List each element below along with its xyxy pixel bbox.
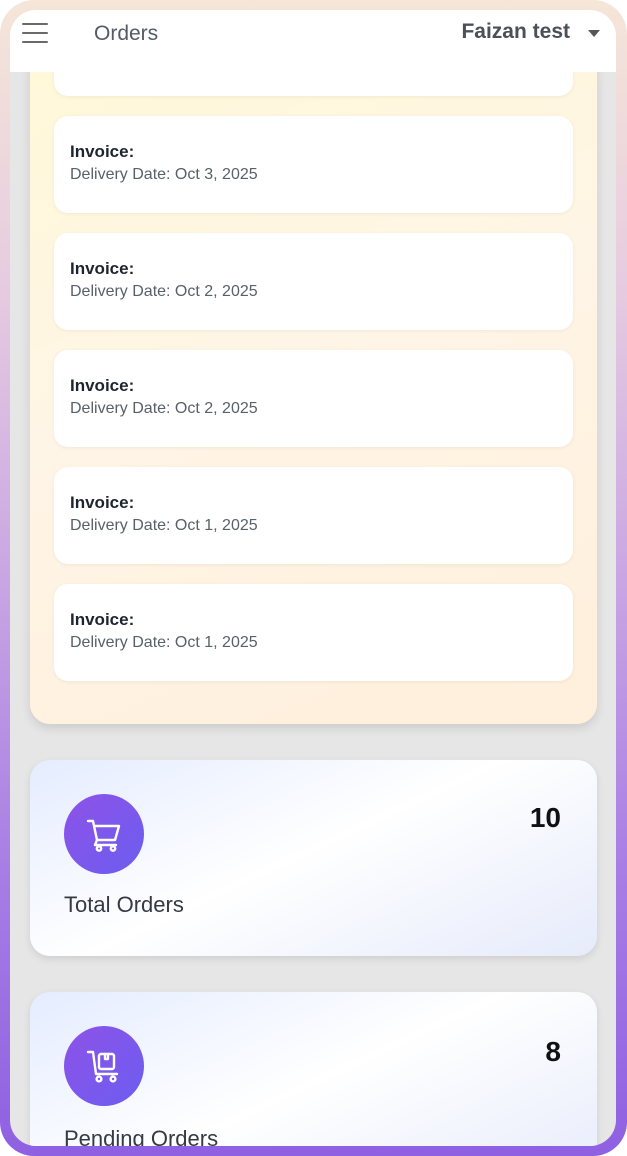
- order-card[interactable]: Invoice: Delivery Date: Oct 1, 2025: [54, 584, 573, 681]
- order-invoice-label: Invoice:: [70, 376, 135, 395]
- order-invoice-label: Invoice:: [70, 142, 135, 161]
- order-delivery-date: Delivery Date: Oct 1, 2025: [70, 634, 258, 651]
- order-invoice-label: Invoice:: [70, 259, 135, 278]
- order-card[interactable]: Invoice: Delivery Date: Oct 3, 2025: [54, 116, 573, 213]
- user-menu[interactable]: Faizan test: [461, 20, 600, 44]
- order-delivery-date: Delivery Date: Oct 2, 2025: [70, 283, 258, 300]
- page-title: Orders: [94, 22, 159, 45]
- hamburger-menu-icon[interactable]: [22, 23, 48, 45]
- pending-orders-card[interactable]: 8 Pending Orders: [30, 992, 597, 1146]
- order-card[interactable]: Invoice: Delivery Date: Oct 2, 2025: [54, 233, 573, 330]
- device-frame: Invoice: Delivery Date: Oct 3, 2025 Invo…: [0, 0, 627, 1156]
- order-card[interactable]: Invoice: Delivery Date: Oct 1, 2025: [54, 467, 573, 564]
- total-orders-count: 10: [529, 802, 561, 833]
- pending-orders-label: Pending Orders: [64, 1126, 219, 1146]
- pending-orders-count: 8: [545, 1036, 561, 1067]
- chevron-down-icon: [588, 30, 600, 37]
- order-delivery-date: Delivery Date: Oct 2, 2025: [70, 400, 258, 417]
- total-orders-card[interactable]: 10 Total Orders: [30, 760, 597, 956]
- total-orders-label: Total Orders: [64, 892, 184, 917]
- order-delivery-date: Delivery Date: Oct 3, 2025: [70, 166, 258, 183]
- top-app-bar: Orders Faizan test: [10, 10, 616, 72]
- cart-icon: [64, 794, 144, 874]
- order-invoice-label: Invoice:: [70, 610, 135, 629]
- order-invoice-label: Invoice:: [70, 493, 135, 512]
- user-name: Faizan test: [461, 20, 570, 43]
- order-card[interactable]: Invoice: Delivery Date: Oct 2, 2025: [54, 350, 573, 447]
- app-screen: Invoice: Delivery Date: Oct 3, 2025 Invo…: [10, 10, 616, 1146]
- orders-panel: Invoice: Delivery Date: Oct 3, 2025 Invo…: [30, 10, 597, 724]
- cart-box-icon: [64, 1026, 144, 1106]
- order-delivery-date: Delivery Date: Oct 1, 2025: [70, 517, 258, 534]
